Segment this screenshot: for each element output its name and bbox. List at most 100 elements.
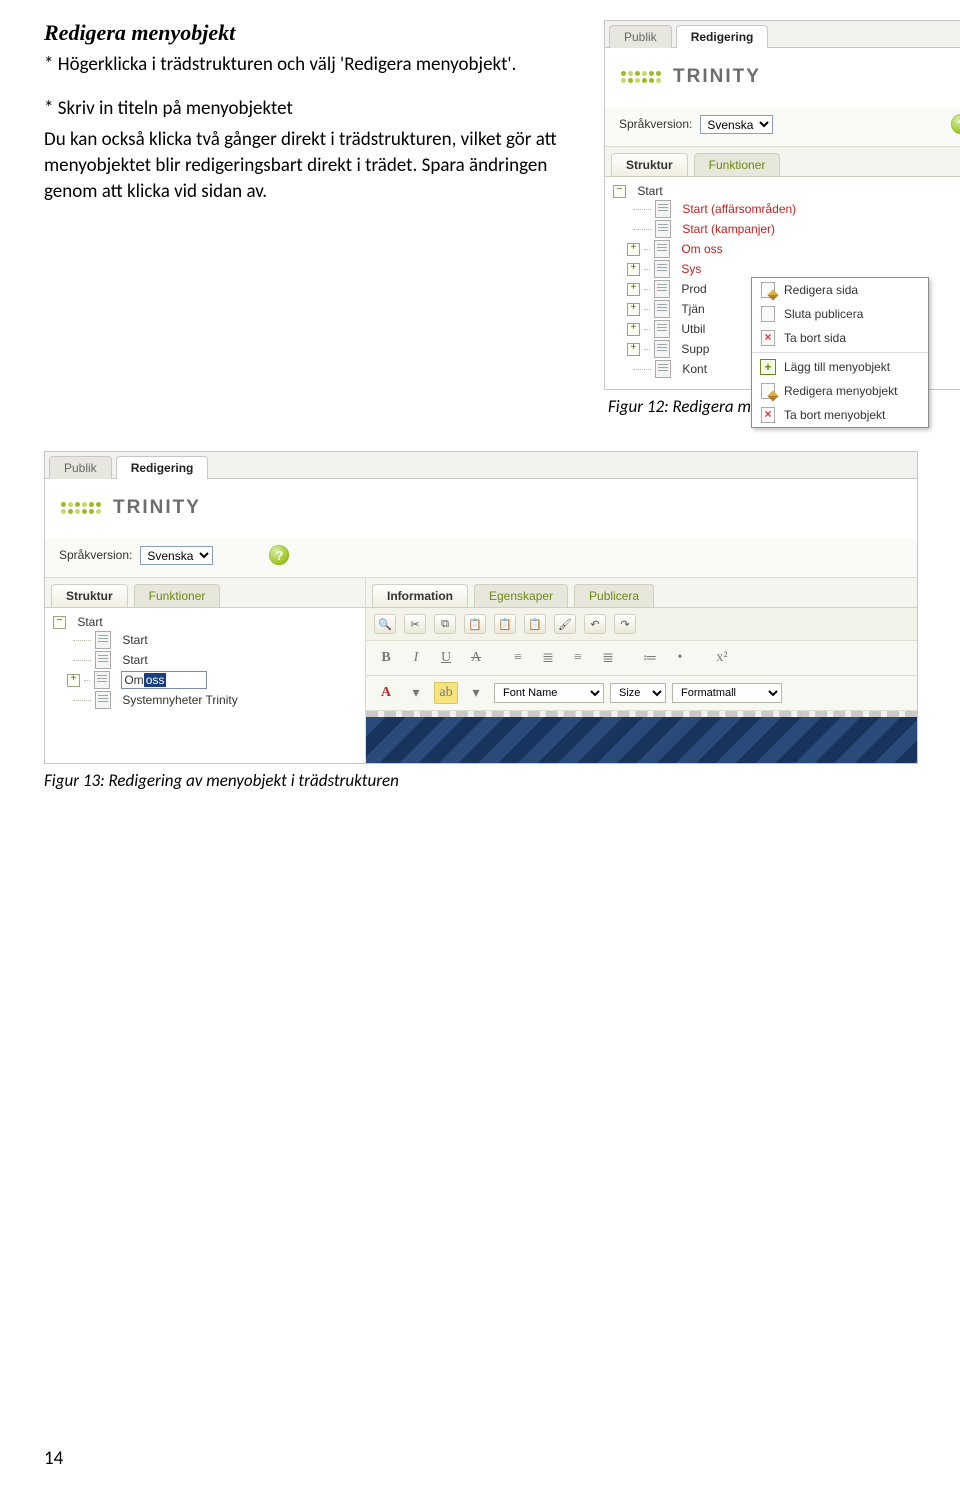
language-select-13[interactable]: Svenska bbox=[140, 546, 213, 565]
expander-plus-icon[interactable]: + bbox=[627, 283, 640, 296]
page-icon bbox=[655, 200, 671, 218]
tree-kont[interactable]: Kont bbox=[682, 362, 707, 376]
tree-om[interactable]: Om oss bbox=[681, 242, 722, 256]
doc-p2: * Skriv in titeln på menyobjektet bbox=[44, 96, 584, 122]
figure-13-caption: Figur 13: Redigering av menyobjekt i trä… bbox=[44, 770, 916, 791]
sect-tab-egenskaper[interactable]: Egenskaper bbox=[474, 584, 568, 607]
align-right-icon[interactable]: ≡ bbox=[566, 647, 590, 669]
expander-plus-icon[interactable]: + bbox=[67, 674, 80, 687]
edit-page-icon bbox=[761, 282, 775, 298]
sect-tab-struktur[interactable]: Struktur bbox=[611, 153, 688, 176]
align-justify-icon[interactable]: ≣ bbox=[596, 647, 620, 669]
expander-plus-icon[interactable]: + bbox=[627, 263, 640, 276]
tab-publik[interactable]: Publik bbox=[609, 25, 672, 48]
tree-start-aff[interactable]: Start (affärsområden) bbox=[682, 202, 796, 216]
list-ol-icon[interactable]: ≔ bbox=[638, 647, 662, 669]
context-menu: Redigera sida Sluta publicera Ta bort si… bbox=[751, 277, 929, 428]
align-left-icon[interactable]: ≡ bbox=[506, 647, 530, 669]
language-label-13: Språkversion: bbox=[59, 548, 132, 562]
language-select[interactable]: Svenska bbox=[700, 115, 773, 134]
paste-word-icon[interactable]: 📋 bbox=[524, 614, 546, 634]
ctx-delete-menu[interactable]: Ta bort menyobjekt bbox=[752, 403, 928, 427]
italic-button[interactable]: I bbox=[404, 647, 428, 669]
language-row-13: Språkversion: Svenska ? bbox=[45, 539, 917, 578]
page-icon bbox=[654, 300, 670, 318]
expander-plus-icon[interactable]: + bbox=[627, 343, 640, 356]
page-icon bbox=[95, 631, 111, 649]
expander-plus-icon[interactable]: + bbox=[627, 243, 640, 256]
undo-icon[interactable]: ↶ bbox=[584, 614, 606, 634]
add-icon: + bbox=[760, 359, 776, 375]
sect-tab-struktur-13[interactable]: Struktur bbox=[51, 584, 128, 607]
figure-13-panel: Publik Redigering TRINITY Språkversion: … bbox=[44, 451, 918, 764]
delete-page-icon bbox=[761, 330, 775, 346]
tree-13-sysnews[interactable]: Systemnyheter Trinity bbox=[122, 693, 237, 707]
underline-button[interactable]: U bbox=[434, 647, 458, 669]
bold-button[interactable]: B bbox=[374, 647, 398, 669]
redo-icon[interactable]: ↷ bbox=[614, 614, 636, 634]
tree-13-c2[interactable]: Start bbox=[122, 653, 147, 667]
font-size-select[interactable]: Size bbox=[610, 683, 666, 703]
tree-utbil[interactable]: Utbil bbox=[681, 322, 705, 336]
cut-icon[interactable]: ✂ bbox=[404, 614, 426, 634]
tab-redigering[interactable]: Redigering bbox=[676, 25, 769, 48]
highlight-button[interactable]: ab bbox=[434, 682, 458, 704]
format-row-1: B I U A ≡ ≣ ≡ ≣ ≔ • x² bbox=[366, 641, 917, 676]
tree-start-kamp[interactable]: Start (kampanjer) bbox=[682, 222, 775, 236]
page-number: 14 bbox=[44, 1447, 63, 1470]
chevron-down-icon[interactable]: ▾ bbox=[464, 682, 488, 704]
section-tabs-left: Struktur Funktioner bbox=[45, 578, 365, 608]
chevron-down-icon[interactable]: ▾ bbox=[404, 682, 428, 704]
format-paint-icon[interactable]: 🖌 bbox=[554, 614, 576, 634]
ctx-add-menu[interactable]: +Lägg till menyobjekt bbox=[752, 355, 928, 379]
tree-prod[interactable]: Prod bbox=[681, 282, 706, 296]
ctx-delete-page[interactable]: Ta bort sida bbox=[752, 326, 928, 350]
tree-view-13[interactable]: − Start Start Start + Om oss Systemnyhet… bbox=[45, 608, 365, 720]
section-tabs-right: Information Egenskaper Publicera bbox=[366, 578, 917, 608]
font-name-select[interactable]: Font Name bbox=[494, 683, 604, 703]
expander-minus-icon[interactable]: − bbox=[613, 185, 626, 198]
page-icon bbox=[95, 651, 111, 669]
page-icon bbox=[655, 360, 671, 378]
main-tabs: Publik Redigering bbox=[605, 21, 960, 48]
expander-plus-icon[interactable]: + bbox=[627, 303, 640, 316]
ctx-edit-menu[interactable]: Redigera menyobjekt bbox=[752, 379, 928, 403]
paste-special-icon[interactable]: 📋 bbox=[494, 614, 516, 634]
editor-canvas[interactable] bbox=[366, 711, 917, 763]
expander-plus-icon[interactable]: + bbox=[627, 323, 640, 336]
trinity-logo-icon bbox=[59, 489, 103, 527]
ctx-edit-page[interactable]: Redigera sida bbox=[752, 278, 928, 302]
doc-p3: Du kan också klicka två gånger direkt i … bbox=[44, 127, 584, 204]
tab-publik-13[interactable]: Publik bbox=[49, 456, 112, 479]
font-color-button[interactable]: A bbox=[374, 682, 398, 704]
doc-p1: * Högerklicka i trädstrukturen och välj … bbox=[44, 52, 584, 78]
tree-start[interactable]: Start bbox=[637, 184, 662, 198]
logo-row-13: TRINITY bbox=[45, 479, 917, 539]
align-center-icon[interactable]: ≣ bbox=[536, 647, 560, 669]
tree-tjan[interactable]: Tjän bbox=[681, 302, 704, 316]
find-icon[interactable]: 🔍 bbox=[374, 614, 396, 634]
tab-redigering-13[interactable]: Redigering bbox=[116, 456, 209, 479]
strike-button[interactable]: A bbox=[464, 647, 488, 669]
page-icon bbox=[654, 260, 670, 278]
sect-tab-funktioner[interactable]: Funktioner bbox=[694, 153, 781, 176]
tree-13-c1[interactable]: Start bbox=[122, 633, 147, 647]
help-icon[interactable]: ? bbox=[951, 114, 960, 134]
paste-icon[interactable]: 📋 bbox=[464, 614, 486, 634]
style-select[interactable]: Formatmall bbox=[672, 683, 782, 703]
ctx-unpublish[interactable]: Sluta publicera bbox=[752, 302, 928, 326]
superscript-icon[interactable]: x² bbox=[710, 647, 734, 669]
copy-icon[interactable]: ⧉ bbox=[434, 614, 456, 634]
expander-minus-icon[interactable]: − bbox=[53, 616, 66, 629]
sect-tab-publicera[interactable]: Publicera bbox=[574, 584, 654, 607]
tree-sys[interactable]: Sys bbox=[681, 262, 701, 276]
tree-13-start[interactable]: Start bbox=[77, 615, 102, 629]
page-icon bbox=[761, 306, 775, 322]
list-ul-icon[interactable]: • bbox=[668, 647, 692, 669]
tree-supp[interactable]: Supp bbox=[681, 342, 709, 356]
help-icon-13[interactable]: ? bbox=[269, 545, 289, 565]
sect-tab-funktioner-13[interactable]: Funktioner bbox=[134, 584, 221, 607]
sect-tab-information[interactable]: Information bbox=[372, 584, 468, 607]
tree-edit-input[interactable]: Om oss bbox=[121, 671, 207, 689]
tree-view[interactable]: − Start Start (affärsområden) Start (kam… bbox=[605, 177, 960, 389]
